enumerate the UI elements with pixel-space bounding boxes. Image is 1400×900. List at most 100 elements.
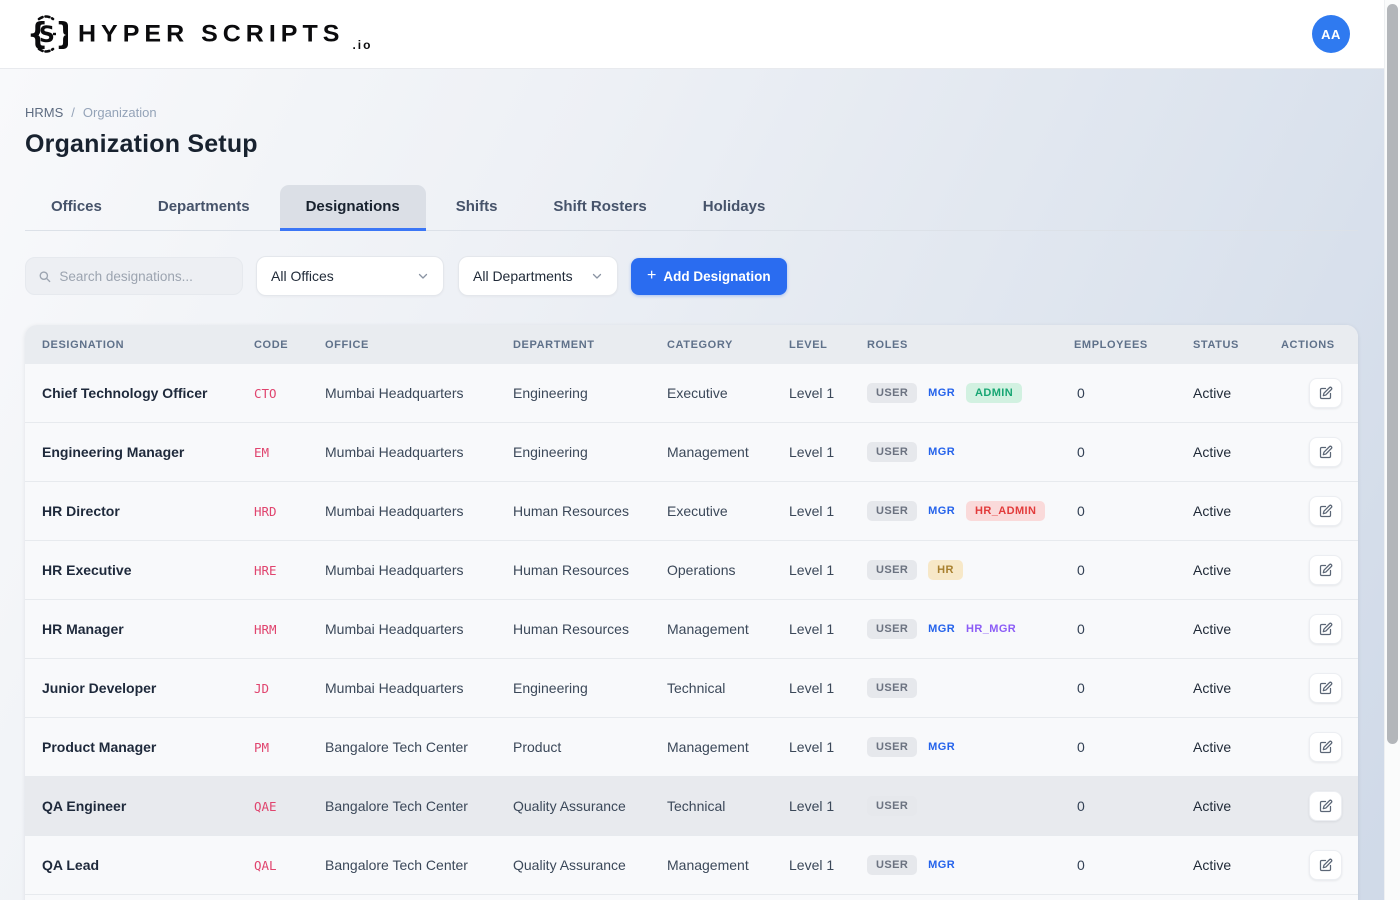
cell-actions (1281, 614, 1341, 644)
cell-office: Mumbai Headquarters (325, 503, 513, 519)
edit-icon (1318, 504, 1333, 519)
column-header-designation: DESIGNATION (42, 339, 254, 351)
cell-designation: Engineering Manager (42, 444, 254, 460)
column-header-status: STATUS (1193, 339, 1281, 351)
cell-category: Management (667, 444, 789, 460)
page: { } S HYPER SCRIPTS .io AA HRMS / Organi… (0, 0, 1400, 900)
role-badge-hr-mgr: HR_MGR (966, 619, 1016, 639)
avatar[interactable]: AA (1312, 15, 1350, 53)
cell-office: Mumbai Headquarters (325, 562, 513, 578)
office-filter-value: All Offices (271, 268, 334, 284)
cell-category: Executive (667, 503, 789, 519)
cell-department: Product (513, 739, 667, 755)
search-icon (38, 269, 51, 284)
cell-designation: HR Director (42, 503, 254, 519)
cell-employees: 0 (1074, 503, 1193, 519)
edit-button[interactable] (1309, 791, 1342, 821)
cell-office: Bangalore Tech Center (325, 798, 513, 814)
department-filter-value: All Departments (473, 268, 573, 284)
cell-actions (1281, 850, 1341, 880)
role-badge-hr-admin: HR_ADMIN (966, 501, 1045, 521)
scrollbar-thumb[interactable] (1387, 4, 1398, 744)
edit-icon (1318, 386, 1333, 401)
svg-text:}: } (55, 17, 68, 52)
table-row: Junior DeveloperJDMumbai HeadquartersEng… (25, 659, 1358, 718)
cell-category: Management (667, 739, 789, 755)
role-badge-admin: ADMIN (966, 383, 1022, 403)
cell-department: Engineering (513, 444, 667, 460)
scrollbar-track[interactable] (1384, 0, 1400, 900)
edit-button[interactable] (1309, 496, 1342, 526)
tab-offices[interactable]: Offices (25, 185, 128, 231)
cell-actions (1281, 437, 1341, 467)
cell-category: Technical (667, 680, 789, 696)
edit-button[interactable] (1309, 378, 1342, 408)
cell-level: Level 1 (789, 739, 867, 755)
cell-status: Active (1193, 562, 1281, 578)
edit-button[interactable] (1309, 850, 1342, 880)
tab-shift-rosters[interactable]: Shift Rosters (527, 185, 672, 231)
page-title: Organization Setup (25, 130, 1375, 159)
cell-employees: 0 (1074, 444, 1193, 460)
cell-employees: 0 (1074, 798, 1193, 814)
table-row: HR DirectorHRDMumbai HeadquartersHuman R… (25, 482, 1358, 541)
column-header-office: OFFICE (325, 339, 513, 351)
edit-button[interactable] (1309, 614, 1342, 644)
cell-actions (1281, 378, 1341, 408)
cell-employees: 0 (1074, 562, 1193, 578)
edit-button[interactable] (1309, 555, 1342, 585)
cell-level: Level 1 (789, 621, 867, 637)
cell-roles: USERHR (867, 560, 1074, 580)
plus-icon: + (647, 267, 656, 285)
chevron-down-icon (417, 270, 429, 282)
cell-code: JD (254, 681, 325, 696)
cell-department: Human Resources (513, 621, 667, 637)
cell-roles: USERMGR (867, 737, 1074, 757)
role-badge-mgr: MGR (928, 619, 955, 639)
role-badge-user: USER (867, 383, 917, 403)
department-filter-select[interactable]: All Departments (458, 256, 618, 296)
add-designation-label: Add Designation (663, 269, 770, 284)
edit-button[interactable] (1309, 437, 1342, 467)
cell-status: Active (1193, 503, 1281, 519)
cell-status: Active (1193, 798, 1281, 814)
breadcrumb-organization: Organization (83, 105, 157, 120)
cell-level: Level 1 (789, 680, 867, 696)
cell-status: Active (1193, 739, 1281, 755)
cell-office: Bangalore Tech Center (325, 739, 513, 755)
cell-roles: USER (867, 796, 1074, 816)
tab-holidays[interactable]: Holidays (677, 185, 792, 231)
column-header-employees: EMPLOYEES (1074, 339, 1193, 351)
search-box[interactable] (25, 257, 243, 295)
add-designation-button[interactable]: + Add Designation (631, 258, 787, 295)
edit-icon (1318, 799, 1333, 814)
role-badge-mgr: MGR (928, 442, 955, 462)
cell-level: Level 1 (789, 503, 867, 519)
office-filter-select[interactable]: All Offices (256, 256, 444, 296)
breadcrumb-hrms[interactable]: HRMS (25, 105, 63, 120)
edit-icon (1318, 858, 1333, 873)
brand-logo: { } S HYPER SCRIPTS .io (24, 12, 372, 56)
cell-category: Operations (667, 562, 789, 578)
edit-button[interactable] (1309, 673, 1342, 703)
tab-designations[interactable]: Designations (280, 185, 426, 231)
role-badge-user: USER (867, 796, 917, 816)
column-header-category: CATEGORY (667, 339, 789, 351)
cell-level: Level 1 (789, 562, 867, 578)
content-area: HRMS / Organization Organization Setup O… (0, 69, 1400, 900)
cell-designation: HR Executive (42, 562, 254, 578)
table-row: Product ManagerPMBangalore Tech CenterPr… (25, 718, 1358, 777)
cell-actions (1281, 496, 1341, 526)
cell-level: Level 1 (789, 857, 867, 873)
tab-shifts[interactable]: Shifts (430, 185, 524, 231)
designations-table: DESIGNATIONCODEOFFICEDEPARTMENTCATEGORYL… (25, 325, 1358, 900)
role-badge-mgr: MGR (928, 383, 955, 403)
cell-level: Level 1 (789, 385, 867, 401)
cell-employees: 0 (1074, 739, 1193, 755)
role-badge-user: USER (867, 560, 917, 580)
edit-button[interactable] (1309, 732, 1342, 762)
edit-icon (1318, 445, 1333, 460)
search-input[interactable] (59, 269, 230, 284)
tab-departments[interactable]: Departments (132, 185, 276, 231)
cell-actions (1281, 791, 1341, 821)
